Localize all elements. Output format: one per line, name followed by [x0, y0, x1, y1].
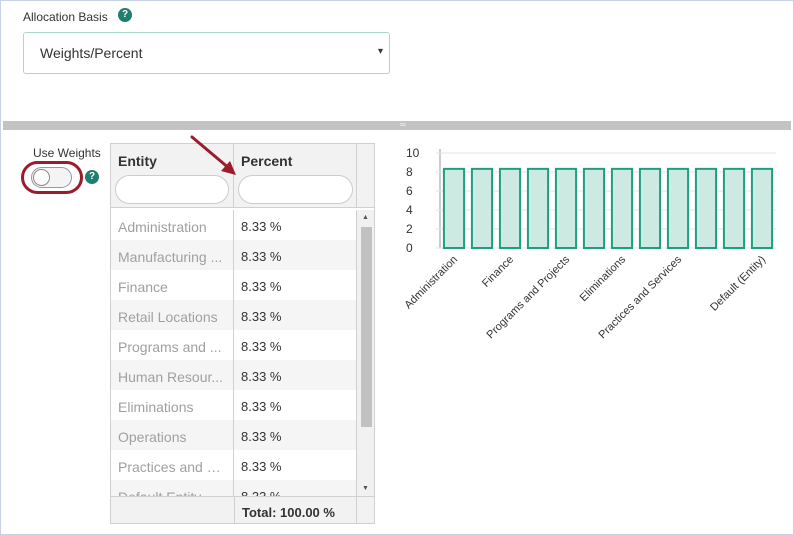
allocation-basis-help-icon[interactable]: ?: [118, 8, 132, 22]
y-tick-label: 0: [406, 241, 413, 255]
y-axis: 0 2 4 6 8 10: [406, 146, 441, 255]
panel-splitter[interactable]: ═: [3, 121, 791, 130]
percent-cell[interactable]: 8.33 %: [234, 390, 357, 420]
percent-cell[interactable]: 8.33 %: [234, 300, 357, 330]
chart-bar[interactable]: [722, 167, 746, 250]
use-weights-label: Use Weights: [33, 146, 101, 160]
grid-body: Administration 8.33 % Manufacturing ... …: [111, 210, 357, 496]
chart-bar[interactable]: [470, 167, 494, 250]
chart-bar[interactable]: [638, 167, 662, 250]
percent-filter-input[interactable]: [238, 175, 353, 204]
chart-bars: [442, 167, 774, 250]
percent-cell[interactable]: 8.33 %: [234, 480, 357, 496]
x-tick-label: Default (Entity): [708, 254, 768, 314]
allocation-basis-value: Weights/Percent: [40, 45, 143, 61]
entity-cell[interactable]: Programs and ...: [111, 330, 234, 360]
chart-bar[interactable]: [694, 167, 718, 250]
table-row[interactable]: Practices and S... 8.33 %: [111, 450, 357, 480]
percent-cell[interactable]: 8.33 %: [234, 450, 357, 480]
column-header-percent[interactable]: Percent: [234, 144, 357, 208]
header-scroll-spacer: [357, 144, 374, 208]
entity-cell[interactable]: Finance: [111, 270, 234, 300]
entity-cell[interactable]: Default Entity: [111, 480, 234, 496]
chart-bar[interactable]: [582, 167, 606, 250]
grid-footer: Total: 100.00 %: [111, 496, 374, 523]
chevron-down-icon: ▾: [377, 46, 383, 57]
y-tick-label: 4: [406, 203, 413, 217]
table-row[interactable]: Retail Locations 8.33 %: [111, 300, 357, 330]
x-tick-label: Finance: [480, 254, 516, 290]
chart-bar[interactable]: [442, 167, 466, 250]
table-row[interactable]: Programs and ... 8.33 %: [111, 330, 357, 360]
entity-cell[interactable]: Eliminations: [111, 390, 234, 420]
percent-cell[interactable]: 8.33 %: [234, 360, 357, 390]
x-axis-labels: Administration FinancePrograms and Projec…: [402, 253, 768, 341]
splitter-grip-icon: ═: [400, 120, 406, 129]
chart-bar[interactable]: [610, 167, 634, 250]
entity-cell[interactable]: Practices and S...: [111, 450, 234, 480]
table-row[interactable]: Default Entity 8.33 %: [111, 480, 357, 496]
toggle-knob: [33, 169, 50, 186]
annotation-arrow-icon: [190, 135, 236, 175]
percent-cell[interactable]: 8.33 %: [234, 330, 357, 360]
scrollbar-thumb[interactable]: [361, 227, 372, 427]
use-weights-toggle[interactable]: [31, 167, 72, 188]
chart-bar[interactable]: [750, 167, 774, 250]
allocation-basis-label: Allocation Basis: [23, 10, 108, 24]
entity-cell[interactable]: Operations: [111, 420, 234, 450]
use-weights-help-icon[interactable]: ?: [85, 170, 99, 184]
y-tick-label: 8: [406, 165, 413, 179]
chart-bar[interactable]: [498, 167, 522, 250]
allocation-bar-chart: 0246810 Administration FinancePrograms an…: [402, 146, 776, 341]
table-row[interactable]: Operations 8.33 %: [111, 420, 357, 450]
percent-cell[interactable]: 8.33 %: [234, 270, 357, 300]
table-row[interactable]: Administration 8.33 %: [111, 210, 357, 240]
y-tick-label: 2: [406, 222, 413, 236]
allocation-basis-select[interactable]: Weights/Percent ▾: [23, 32, 390, 74]
table-row[interactable]: Eliminations 8.33 %: [111, 390, 357, 420]
y-tick-label: 6: [406, 184, 413, 198]
column-title-percent: Percent: [241, 153, 293, 169]
table-row[interactable]: Human Resour... 8.33 %: [111, 360, 357, 390]
y-tick-label: 10: [406, 146, 420, 160]
scroll-down-icon[interactable]: ▼: [362, 485, 369, 492]
x-tick-label: Administration: [402, 254, 460, 312]
x-tick-label: Eliminations: [578, 253, 629, 304]
table-row[interactable]: Manufacturing ... 8.33 %: [111, 240, 357, 270]
scroll-up-icon[interactable]: ▲: [362, 214, 369, 221]
grid-scrollbar[interactable]: ▲ ▼: [357, 210, 374, 496]
entity-cell[interactable]: Administration: [111, 210, 234, 240]
percent-cell[interactable]: 8.33 %: [234, 240, 357, 270]
entity-cell[interactable]: Human Resour...: [111, 360, 234, 390]
percent-total: Total: 100.00 %: [234, 497, 357, 523]
percent-cell[interactable]: 8.33 %: [234, 420, 357, 450]
chart-bar[interactable]: [554, 167, 578, 250]
chart-bar[interactable]: [526, 167, 550, 250]
column-title-entity: Entity: [118, 153, 157, 169]
percent-cell[interactable]: 8.33 %: [234, 210, 357, 240]
table-row[interactable]: Finance 8.33 %: [111, 270, 357, 300]
entity-percent-grid: Entity Percent Administration 8.33 % Man…: [110, 143, 375, 524]
entity-cell[interactable]: Manufacturing ...: [111, 240, 234, 270]
chart-bar[interactable]: [666, 167, 690, 250]
entity-cell[interactable]: Retail Locations: [111, 300, 234, 330]
